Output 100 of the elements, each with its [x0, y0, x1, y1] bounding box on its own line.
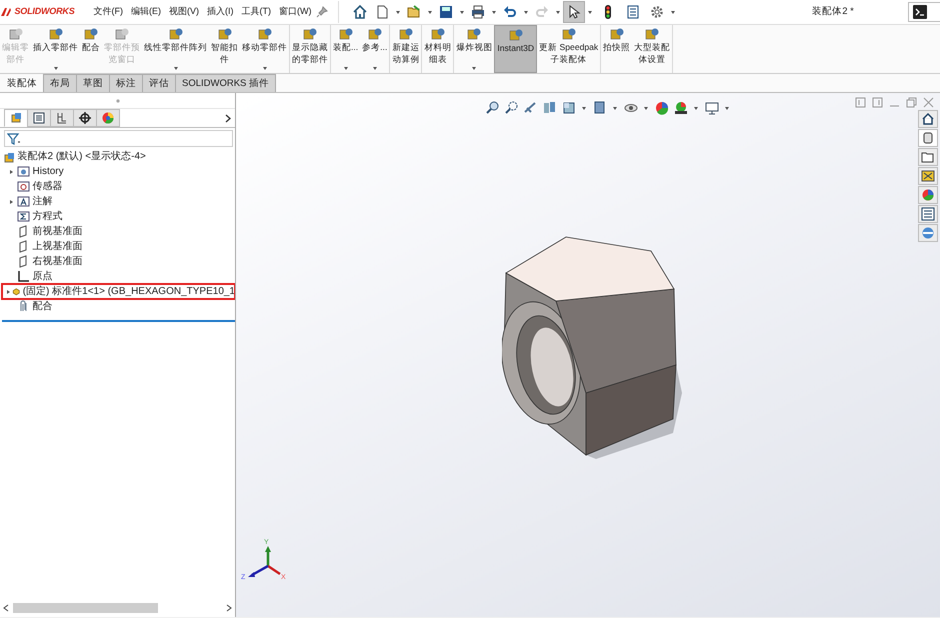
tree-item[interactable]: 右视基准面: [32, 254, 82, 269]
ribbon-button[interactable]: 新建运 动算例: [390, 25, 422, 73]
scrollbar-thumb[interactable]: [13, 603, 158, 613]
ribbon-button[interactable]: Instant3D: [494, 25, 538, 73]
annotation-folder-icon: [17, 195, 30, 208]
menu-item[interactable]: 文件(F): [90, 5, 127, 19]
caret-icon[interactable]: [344, 67, 348, 70]
view-palette-icon[interactable]: [921, 169, 935, 183]
panel-left-icon[interactable]: [855, 97, 866, 108]
tool-icon: [48, 27, 64, 41]
tree-item[interactable]: 注解: [32, 194, 52, 209]
logo-icon: [0, 7, 12, 17]
scroll-right-icon[interactable]: [226, 604, 232, 612]
tree-item[interactable]: 方程式: [32, 209, 62, 224]
restore-icon[interactable]: [906, 97, 917, 108]
tool-icon: [560, 27, 577, 41]
undo-icon[interactable]: [502, 4, 518, 20]
filter-icon: [7, 132, 21, 144]
tree-item[interactable]: 装配体2 (默认) <显示状态-4>: [18, 149, 146, 164]
expand-arrow-icon[interactable]: [10, 200, 12, 204]
color-wheel-icon: [101, 111, 115, 125]
menu-item[interactable]: 编辑(E): [127, 5, 165, 19]
open-folder-icon[interactable]: [406, 4, 422, 20]
zoom-fit-icon[interactable]: [484, 100, 500, 116]
ribbon-button[interactable]: 插入零部件: [31, 25, 80, 73]
home-icon[interactable]: [921, 112, 935, 126]
filter-field[interactable]: [4, 130, 233, 147]
tool-icon: [302, 27, 318, 41]
properties-icon[interactable]: [921, 207, 935, 221]
appearance-icon[interactable]: [921, 188, 935, 202]
save-icon[interactable]: [438, 4, 454, 20]
print-icon[interactable]: [470, 4, 486, 20]
caret-icon[interactable]: [174, 67, 178, 70]
ribbon-button[interactable]: 参考...: [360, 25, 390, 73]
ribbon-button[interactable]: 材料明 细表: [422, 25, 454, 73]
panel-tab[interactable]: [50, 109, 74, 127]
sensor-folder-icon: [17, 180, 30, 193]
caret-icon[interactable]: [54, 67, 58, 70]
origin-icon: [17, 270, 30, 283]
view-orientation-icon[interactable]: [560, 100, 576, 116]
tool-icon: [216, 27, 232, 41]
tool-icon: [508, 28, 524, 42]
menu-item[interactable]: 视图(V): [165, 5, 203, 19]
ribbon-button[interactable]: 智能扣 件: [209, 25, 240, 73]
tree-item[interactable]: 上视基准面: [32, 239, 82, 254]
caret-icon[interactable]: [262, 67, 266, 70]
ribbon-tab[interactable]: 标注: [109, 74, 143, 92]
tree-item[interactable]: 前视基准面: [32, 224, 82, 239]
ribbon-button[interactable]: 爆炸视图: [454, 25, 494, 73]
tree-item[interactable]: 配合: [32, 299, 52, 314]
custom-properties-icon[interactable]: [921, 226, 935, 240]
close-icon[interactable]: [923, 97, 934, 108]
scroll-left-icon[interactable]: [3, 604, 9, 612]
settings-icon[interactable]: [649, 4, 665, 20]
cylinder-icon[interactable]: [921, 131, 935, 145]
properties-icon[interactable]: [624, 4, 640, 20]
monitor-icon[interactable]: [704, 100, 720, 116]
zoom-area-icon[interactable]: [504, 100, 520, 116]
panel-tab[interactable]: [73, 109, 97, 127]
tool-icon: [430, 27, 446, 41]
history-folder-icon: [17, 165, 30, 178]
ribbon-button[interactable]: 拍快照: [601, 25, 632, 73]
scene-icon[interactable]: [672, 100, 688, 116]
ribbon-tab[interactable]: 布局: [43, 74, 77, 92]
home-icon[interactable]: [352, 4, 368, 20]
tool-icon: [398, 27, 414, 41]
assembly-icon: [9, 111, 23, 125]
ribbon-button[interactable]: 配合: [80, 25, 102, 73]
ribbon-button[interactable]: 大型装配 体设置: [632, 25, 672, 73]
expand-arrow-icon[interactable]: [10, 170, 12, 174]
expand-arrow-icon[interactable]: [7, 290, 10, 294]
window-title: 装配体2 *: [811, 4, 855, 19]
menu-item[interactable]: 插入(I): [203, 5, 238, 19]
ribbon-button[interactable]: 显示隐藏 的零部件: [290, 25, 330, 73]
ribbon-tab[interactable]: 评估: [142, 74, 176, 92]
folder-icon[interactable]: [921, 150, 935, 164]
ribbon-button[interactable]: 移动零部件: [240, 25, 289, 73]
appearance-icon[interactable]: [654, 100, 670, 116]
chevron-right-icon[interactable]: [225, 114, 231, 122]
ribbon-button[interactable]: 装配...: [331, 25, 360, 73]
panel-right-icon[interactable]: [872, 97, 883, 108]
display-style-icon[interactable]: [592, 100, 608, 116]
tree-item[interactable]: (固定) 标准件1<1> (GB_HEXAGON_TYPE10_1: [22, 284, 235, 299]
tree-item[interactable]: 原点: [32, 269, 52, 284]
menu-item[interactable]: 工具(T): [238, 5, 275, 19]
ribbon-tab[interactable]: SOLIDWORKS 插件: [175, 74, 276, 92]
tree-item[interactable]: 传感器: [32, 179, 62, 194]
caret-icon[interactable]: [472, 67, 476, 70]
tool-icon: [83, 27, 99, 41]
caret-icon[interactable]: [372, 67, 377, 70]
section-view-icon[interactable]: [542, 100, 558, 116]
assembly-icon: [2, 150, 15, 162]
grip-icon: [116, 98, 120, 102]
panel-tab[interactable]: [27, 109, 51, 127]
tree-item[interactable]: History: [32, 164, 64, 179]
search-field[interactable]: [908, 2, 940, 22]
menu-item[interactable]: 窗口(W): [275, 5, 316, 19]
ribbon-button[interactable]: 线性零部件阵列: [142, 25, 209, 73]
ribbon-tab[interactable]: 草图: [76, 74, 110, 92]
ribbon-button[interactable]: 更新 Speedpak 子装配体: [537, 25, 600, 73]
